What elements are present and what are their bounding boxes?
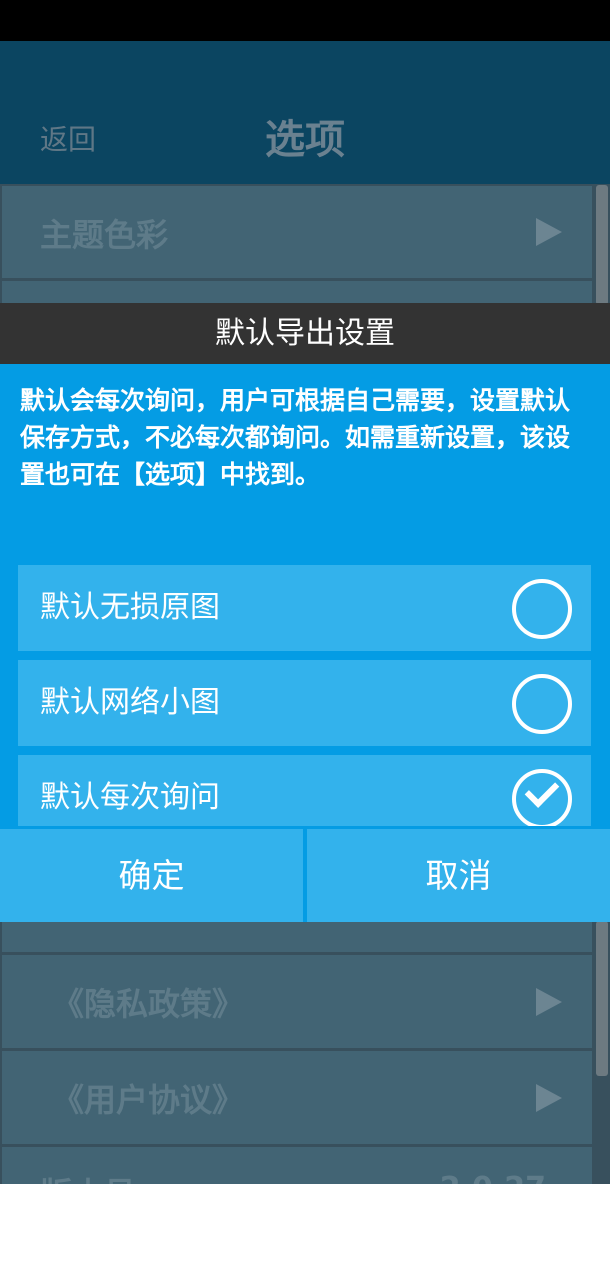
version-value: 2.0.27 — [440, 1171, 546, 1184]
checkmark-icon — [524, 773, 560, 808]
radio-unchecked-icon[interactable] — [512, 579, 572, 639]
radio-checked-icon[interactable] — [512, 769, 572, 829]
menu-item-privacy-policy[interactable]: 《隐私政策》 — [2, 955, 592, 1048]
page-title: 选项 — [265, 117, 345, 163]
export-settings-dialog: 默认会每次询问，用户可根据自己需要，设置默认保存方式，不必每次都询问。如需重新设… — [0, 364, 610, 841]
option-network-small[interactable]: 默认网络小图 — [18, 660, 591, 746]
menu-item-label: 《隐私政策》 — [52, 985, 245, 1023]
chevron-right-icon — [536, 1084, 562, 1112]
menu-item-user-agreement[interactable]: 《用户协议》 — [2, 1051, 592, 1144]
menu-item-version: 版本号 2.0.27 — [2, 1147, 592, 1184]
options-screen: 返回 选项 主题色彩 《隐私政策》 《用户协议》 版本号 2.0.27 默认导出… — [0, 41, 610, 1184]
chevron-right-icon — [536, 218, 562, 246]
menu-item-label: 主题色彩 — [40, 216, 169, 254]
menu-item-hidden — [2, 922, 592, 952]
confirm-button[interactable]: 确定 — [0, 829, 303, 922]
option-lossless-original[interactable]: 默认无损原图 — [18, 565, 591, 651]
menu-item-hidden — [2, 281, 592, 303]
cancel-button[interactable]: 取消 — [307, 829, 610, 922]
chevron-right-icon — [536, 988, 562, 1016]
dialog-description: 默认会每次询问，用户可根据自己需要，设置默认保存方式，不必每次都询问。如需重新设… — [20, 386, 571, 489]
option-label: 默认无损原图 — [40, 590, 220, 625]
option-label: 默认网络小图 — [40, 685, 220, 720]
scrollbar[interactable] — [596, 185, 608, 305]
menu-item-theme-color[interactable]: 主题色彩 — [2, 186, 592, 278]
menu-item-label: 《用户协议》 — [52, 1081, 245, 1119]
radio-unchecked-icon[interactable] — [512, 674, 572, 734]
header-bar: 返回 选项 — [0, 41, 610, 184]
status-bar — [0, 0, 610, 41]
scrollbar[interactable] — [596, 921, 608, 1076]
menu-item-label: 版本号 — [40, 1169, 136, 1184]
dialog-title: 默认导出设置 — [0, 303, 610, 364]
